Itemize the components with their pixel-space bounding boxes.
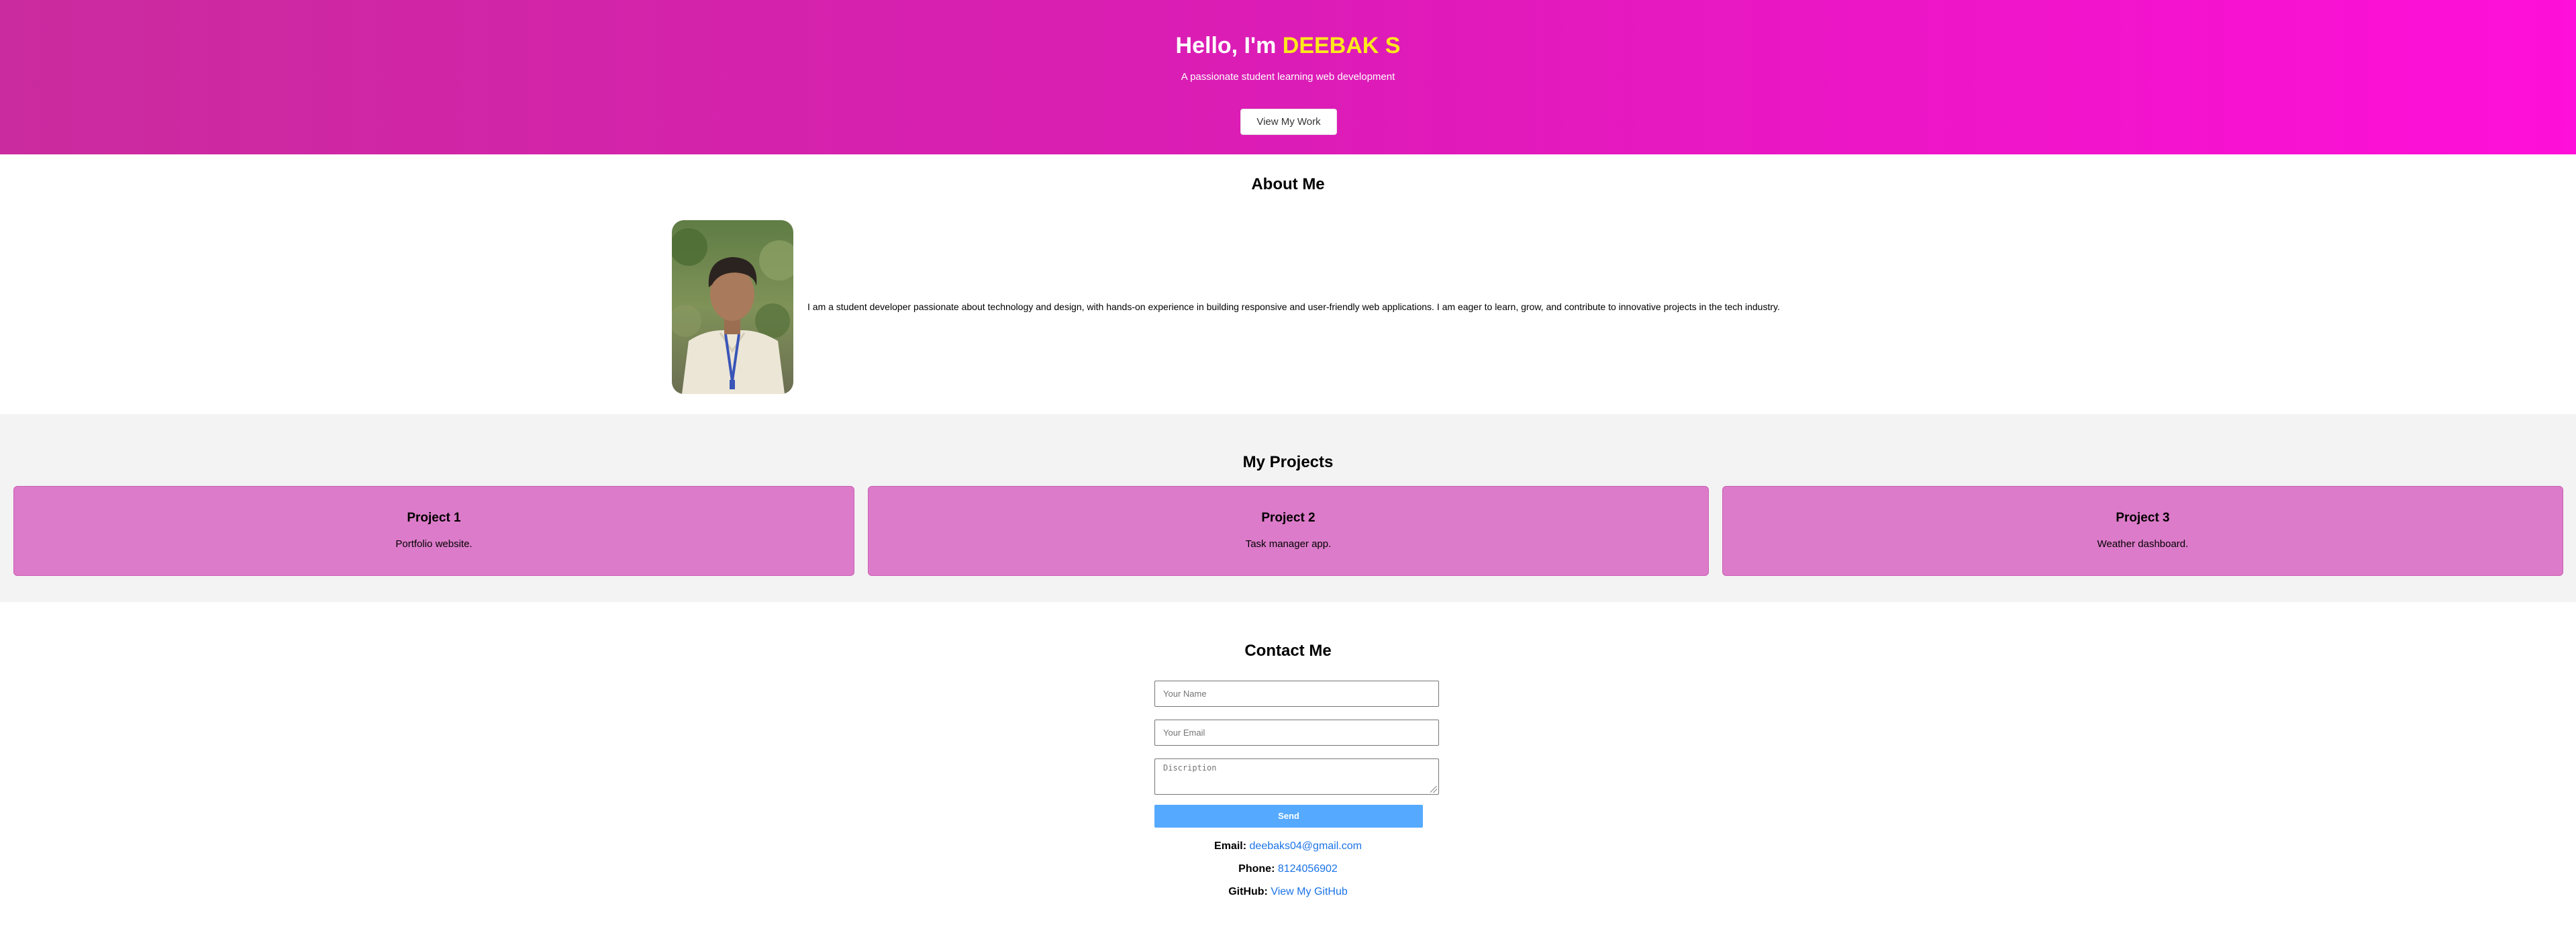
contact-phone-line: Phone: 8124056902 [0,862,2576,877]
github-link[interactable]: View My GitHub [1271,886,1347,897]
contact-heading: Contact Me [1244,642,1332,660]
project-title: Project 3 [2116,511,2170,525]
description-textarea[interactable]: Discription [1154,758,1439,795]
about-section: About Me I am a student developer passio… [0,154,2576,414]
hero-greeting: Hello, I'm [1175,33,1277,58]
phone-label: Phone: [1238,863,1275,875]
contact-github-line: GitHub: View My GitHub [0,885,2576,899]
hero-section: Hello, I'm DEEBAK S A passionate student… [0,0,2576,154]
send-button[interactable]: Send [1154,805,1423,828]
email-label: Email: [1214,840,1247,852]
resize-grip-icon[interactable] [1430,786,1437,793]
phone-link[interactable]: 8124056902 [1278,863,1338,875]
hero-title: Hello, I'm DEEBAK S [0,30,2576,62]
profile-photo [672,220,793,394]
project-title: Project 1 [407,511,461,525]
project-card-2: Project 2 Task manager app. [868,486,1709,576]
view-my-work-button[interactable]: View My Work [1240,109,1337,135]
projects-section: My Projects Project 1 Portfolio website.… [0,414,2576,602]
project-card-3: Project 3 Weather dashboard. [1722,486,2563,576]
about-bio: I am a student developer passionate abou… [807,301,1780,312]
contact-section: Contact Me Your Name Your Email Discript… [0,602,2576,933]
github-label: GitHub: [1228,886,1268,897]
email-link[interactable]: deebaks04@gmail.com [1250,840,1362,852]
hero-subtitle: A passionate student learning web develo… [1181,71,1395,83]
about-heading: About Me [1251,175,1325,193]
projects-heading: My Projects [1242,453,1334,471]
project-title: Project 2 [1261,511,1316,525]
email-input[interactable]: Your Email [1154,720,1439,746]
name-input[interactable]: Your Name [1154,681,1439,707]
hero-name: DEEBAK S [1282,33,1401,58]
contact-email-line: Email: deebaks04@gmail.com [0,839,2576,854]
project-description: Weather dashboard. [2097,538,2189,550]
project-description: Portfolio website. [395,538,473,550]
description-placeholder: Discription [1163,763,1217,773]
project-card-1: Project 1 Portfolio website. [13,486,854,576]
project-description: Task manager app. [1245,538,1332,550]
